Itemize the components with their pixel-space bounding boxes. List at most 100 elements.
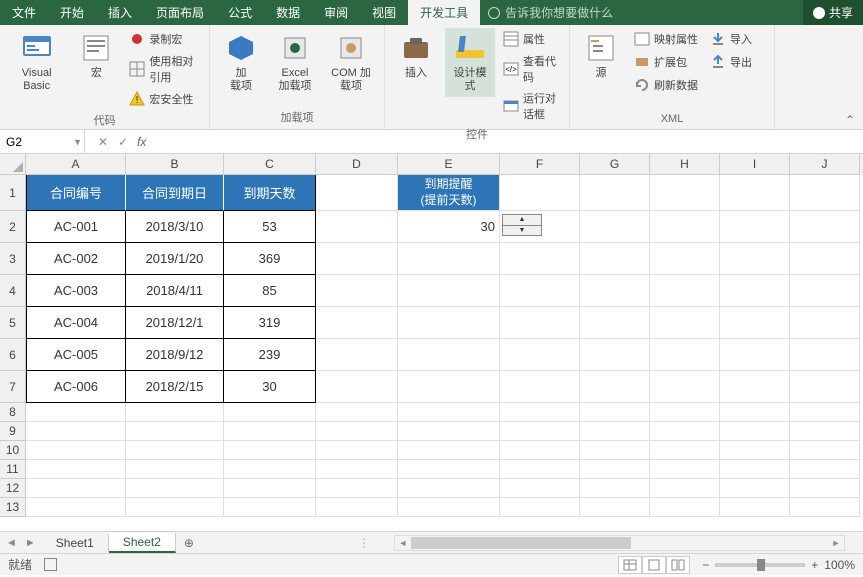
cell-B10[interactable] xyxy=(126,441,224,460)
cell-E3[interactable] xyxy=(398,243,500,275)
cell-B6[interactable]: 2018/9/12 xyxy=(126,339,224,371)
cell-F5[interactable] xyxy=(500,307,580,339)
row-header-5[interactable]: 5 xyxy=(0,307,26,339)
cell-H11[interactable] xyxy=(650,460,720,479)
cell-F11[interactable] xyxy=(500,460,580,479)
cell-D7[interactable] xyxy=(316,371,398,403)
cell-B7[interactable]: 2018/2/15 xyxy=(126,371,224,403)
row-header-7[interactable]: 7 xyxy=(0,371,26,403)
cell-A11[interactable] xyxy=(26,460,126,479)
cell-I7[interactable] xyxy=(720,371,790,403)
sheet-tab-2[interactable]: Sheet2 xyxy=(109,533,176,553)
cell-C11[interactable] xyxy=(224,460,316,479)
cell-C1[interactable]: 到期天数 xyxy=(224,175,316,211)
xml-source-button[interactable]: 源 xyxy=(576,28,626,84)
cell-D1[interactable] xyxy=(316,175,398,211)
cell-H4[interactable] xyxy=(650,275,720,307)
cell-G2[interactable] xyxy=(580,211,650,243)
cell-G11[interactable] xyxy=(580,460,650,479)
tab-insert[interactable]: 插入 xyxy=(96,0,144,25)
properties-button[interactable]: 属性 xyxy=(499,28,563,50)
hscroll-thumb[interactable] xyxy=(411,537,631,549)
zoom-thumb[interactable] xyxy=(757,559,765,571)
row-header-13[interactable]: 13 xyxy=(0,498,26,517)
cell-F3[interactable] xyxy=(500,243,580,275)
cell-B5[interactable]: 2018/12/1 xyxy=(126,307,224,339)
cell-B2[interactable]: 2018/3/10 xyxy=(126,211,224,243)
com-addins-button[interactable]: COM 加载项 xyxy=(324,28,378,97)
enter-formula-button[interactable] xyxy=(113,135,133,149)
cell-I1[interactable] xyxy=(720,175,790,211)
excel-addins-button[interactable]: Excel 加载项 xyxy=(270,28,320,97)
sheet-tab-1[interactable]: Sheet1 xyxy=(42,534,109,552)
spin-control[interactable]: ▲▼ xyxy=(502,214,542,236)
cell-F13[interactable] xyxy=(500,498,580,517)
cell-C12[interactable] xyxy=(224,479,316,498)
cell-D11[interactable] xyxy=(316,460,398,479)
cell-G1[interactable] xyxy=(580,175,650,211)
cell-G9[interactable] xyxy=(580,422,650,441)
scroll-right-button[interactable]: ► xyxy=(828,538,844,548)
page-break-button[interactable] xyxy=(666,556,690,574)
cell-I10[interactable] xyxy=(720,441,790,460)
zoom-slider[interactable] xyxy=(715,563,805,567)
insert-control-button[interactable]: 插入 xyxy=(391,28,441,84)
cell-E11[interactable] xyxy=(398,460,500,479)
cell-G8[interactable] xyxy=(580,403,650,422)
cell-D6[interactable] xyxy=(316,339,398,371)
cells-area[interactable]: 合同编号合同到期日到期天数到期提醒(提前天数)AC-0012018/3/1053… xyxy=(26,175,863,531)
cell-H7[interactable] xyxy=(650,371,720,403)
cell-F10[interactable] xyxy=(500,441,580,460)
cell-C2[interactable]: 53 xyxy=(224,211,316,243)
cell-G6[interactable] xyxy=(580,339,650,371)
row-header-9[interactable]: 9 xyxy=(0,422,26,441)
cell-D12[interactable] xyxy=(316,479,398,498)
cell-C9[interactable] xyxy=(224,422,316,441)
cell-B8[interactable] xyxy=(126,403,224,422)
cell-A1[interactable]: 合同编号 xyxy=(26,175,126,211)
cell-J11[interactable] xyxy=(790,460,860,479)
export-button[interactable]: 导出 xyxy=(706,51,756,73)
cell-H3[interactable] xyxy=(650,243,720,275)
row-header-3[interactable]: 3 xyxy=(0,243,26,275)
relative-ref-button[interactable]: 使用相对引用 xyxy=(125,51,203,87)
cell-J1[interactable] xyxy=(790,175,860,211)
cell-F1[interactable] xyxy=(500,175,580,211)
tell-me-search[interactable]: 告诉我你想要做什么 xyxy=(480,4,803,21)
col-header-I[interactable]: I xyxy=(720,154,790,175)
cell-B9[interactable] xyxy=(126,422,224,441)
cell-C13[interactable] xyxy=(224,498,316,517)
cell-E7[interactable] xyxy=(398,371,500,403)
design-mode-button[interactable]: 设计模式 xyxy=(445,28,495,97)
cell-E1[interactable]: 到期提醒(提前天数) xyxy=(398,175,500,211)
cell-G3[interactable] xyxy=(580,243,650,275)
cell-H10[interactable] xyxy=(650,441,720,460)
cell-D10[interactable] xyxy=(316,441,398,460)
cell-E12[interactable] xyxy=(398,479,500,498)
chevron-down-icon[interactable]: ▼ xyxy=(73,137,82,147)
row-header-8[interactable]: 8 xyxy=(0,403,26,422)
share-button[interactable]: 共享 xyxy=(803,0,863,25)
cell-D13[interactable] xyxy=(316,498,398,517)
cell-I12[interactable] xyxy=(720,479,790,498)
cell-C7[interactable]: 30 xyxy=(224,371,316,403)
cell-A5[interactable]: AC-004 xyxy=(26,307,126,339)
cell-A4[interactable]: AC-003 xyxy=(26,275,126,307)
cell-D4[interactable] xyxy=(316,275,398,307)
macro-record-icon[interactable] xyxy=(44,558,57,571)
cell-B1[interactable]: 合同到期日 xyxy=(126,175,224,211)
cell-G4[interactable] xyxy=(580,275,650,307)
cell-E4[interactable] xyxy=(398,275,500,307)
cell-J13[interactable] xyxy=(790,498,860,517)
visual-basic-button[interactable]: Visual Basic xyxy=(6,28,67,97)
sheet-prev-button[interactable]: ◄ xyxy=(6,537,17,549)
cell-G5[interactable] xyxy=(580,307,650,339)
record-macro-button[interactable]: 录制宏 xyxy=(125,28,203,50)
expansion-button[interactable]: 扩展包 xyxy=(630,51,702,73)
cell-E13[interactable] xyxy=(398,498,500,517)
cell-I13[interactable] xyxy=(720,498,790,517)
cell-E9[interactable] xyxy=(398,422,500,441)
cell-E5[interactable] xyxy=(398,307,500,339)
cell-E8[interactable] xyxy=(398,403,500,422)
addins-button[interactable]: 加 载项 xyxy=(216,28,266,97)
